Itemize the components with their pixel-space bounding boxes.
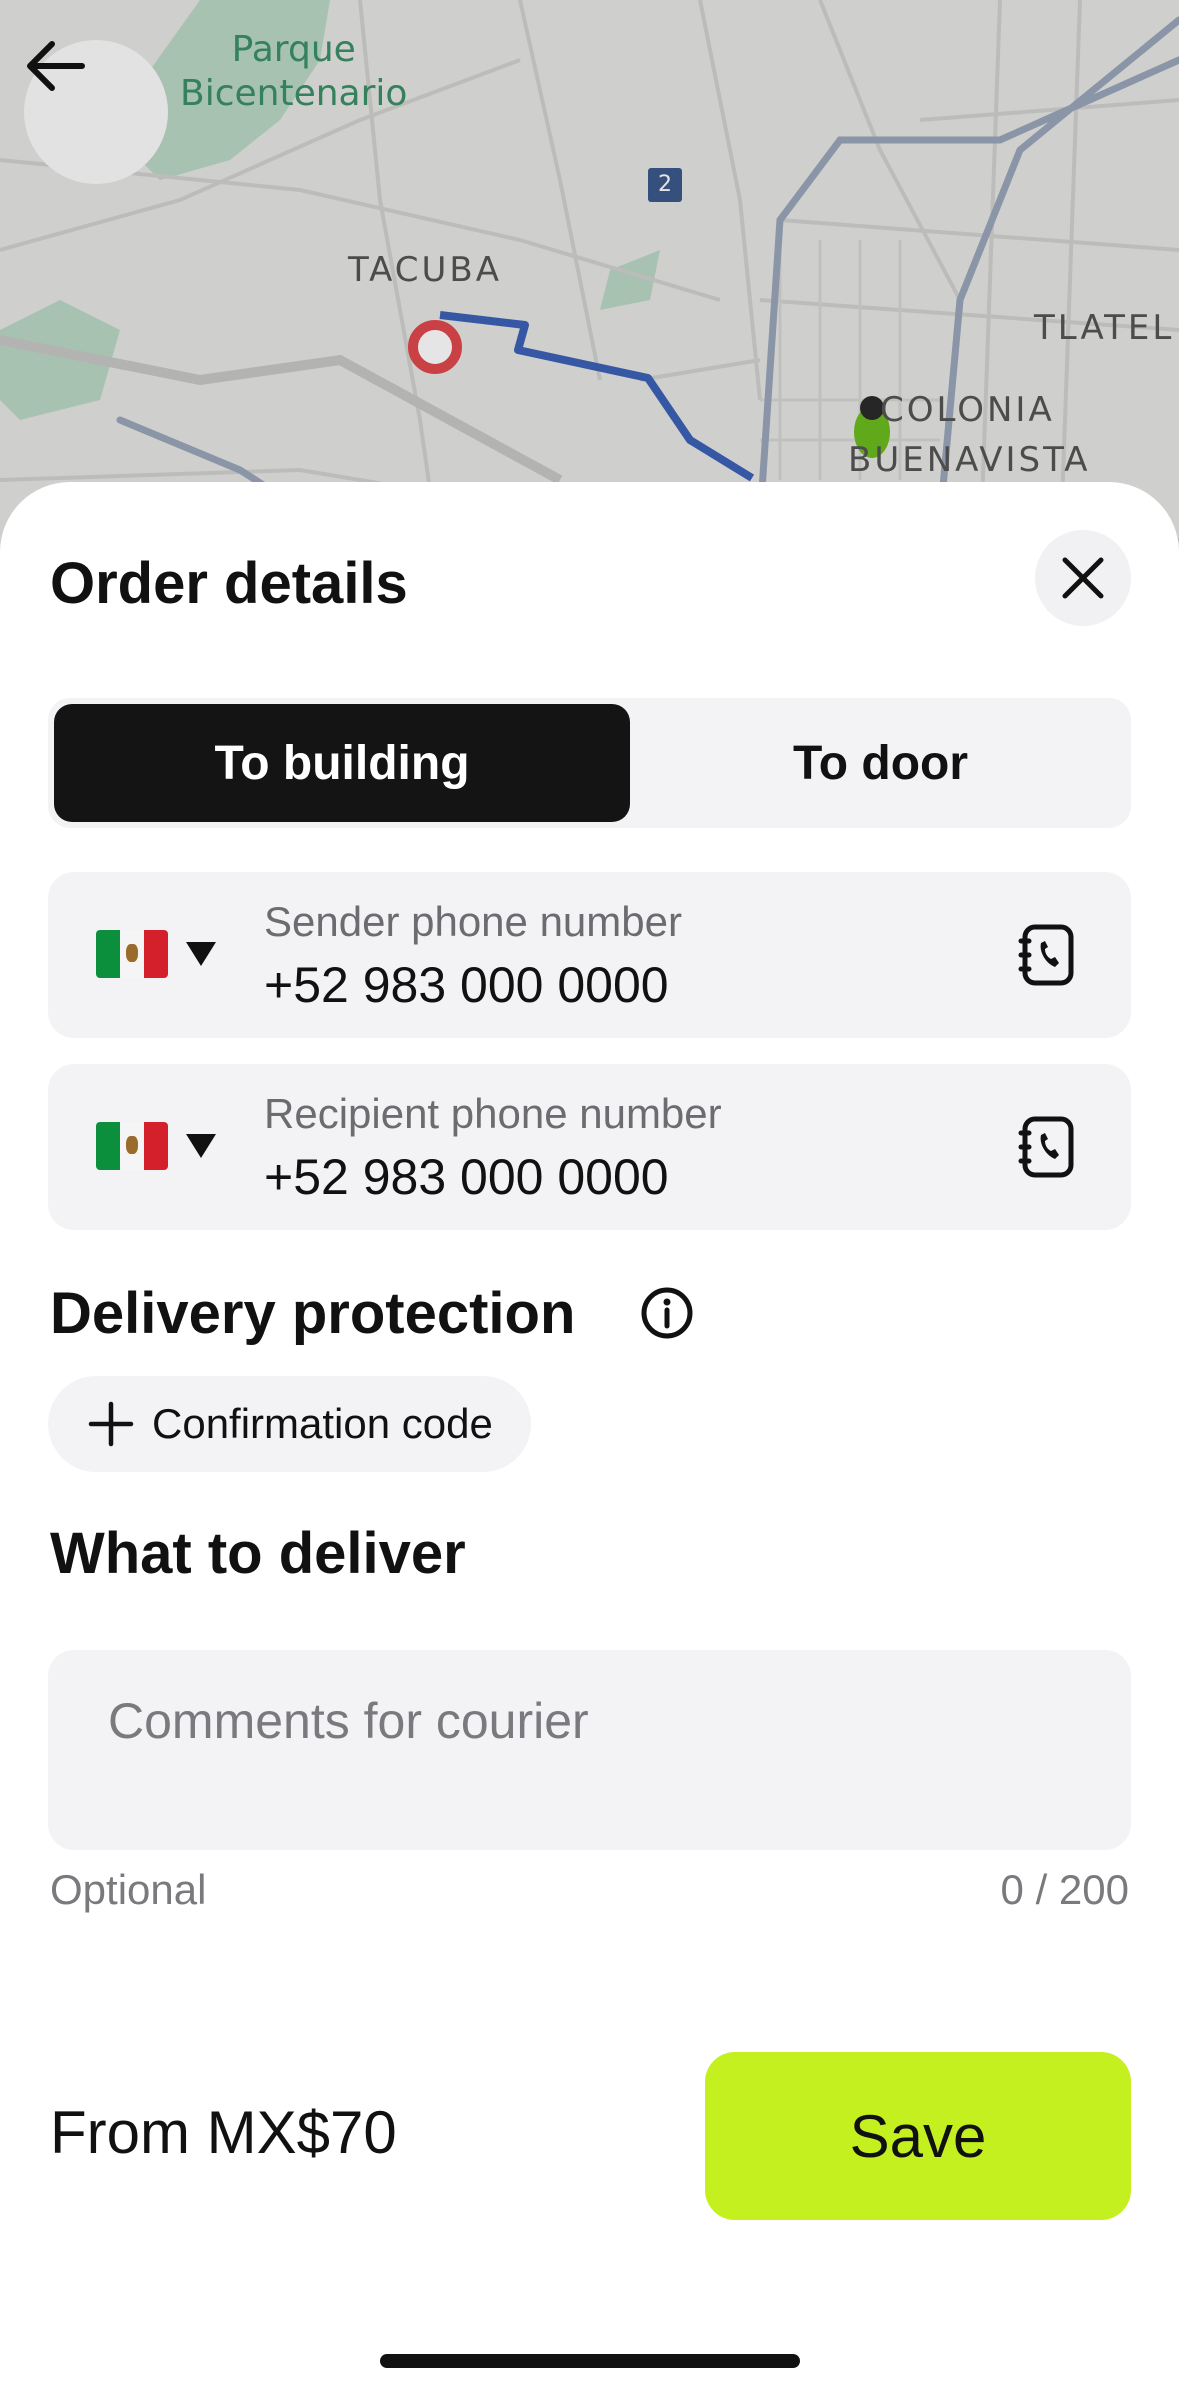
what-to-deliver-title: What to deliver [50,1521,466,1586]
chevron-down-icon[interactable] [186,942,216,966]
order-details-sheet: Order details To building To door Sender… [0,482,1179,2396]
delivery-type-segmented-control: To building To door [48,698,1131,828]
recipient-phone-field[interactable]: Recipient phone number +52 983 000 0000 [48,1064,1131,1230]
mexico-flag-icon[interactable] [96,1122,168,1170]
confirmation-code-chip[interactable]: Confirmation code [48,1376,531,1472]
sheet-title: Order details [50,551,408,616]
close-button[interactable] [1035,530,1131,626]
price-label: From MX$70 [50,2099,397,2166]
contacts-book-icon[interactable] [1014,1114,1080,1180]
map-view[interactable]: Parque Bicentenario 2 TACUBA TLATEL COLO… [0,0,1179,560]
character-counter: 0 / 200 [1000,1866,1129,1913]
optional-hint: Optional [50,1866,207,1913]
recipient-phone-label: Recipient phone number [264,1090,722,1137]
info-icon[interactable] [640,1286,694,1340]
recipient-phone-value[interactable]: +52 983 000 0000 [264,1148,669,1206]
segment-to-building[interactable]: To building [54,704,630,822]
delivery-protection-title: Delivery protection [50,1281,576,1346]
contacts-book-icon[interactable] [1014,922,1080,988]
comments-placeholder: Comments for courier [108,1693,589,1749]
mexico-flag-icon[interactable] [96,930,168,978]
save-button[interactable]: Save [705,2052,1131,2220]
confirmation-code-label: Confirmation code [152,1400,493,1447]
arrow-left-icon [27,41,85,91]
district-label-colonia: COLONIA [880,390,1055,430]
plus-icon [88,1401,134,1447]
segment-to-door[interactable]: To door [636,704,1125,822]
sender-phone-field[interactable]: Sender phone number +52 983 000 0000 [48,872,1131,1038]
home-indicator[interactable] [380,2354,800,2368]
back-button[interactable] [24,40,168,184]
close-icon [1062,557,1104,599]
comments-input[interactable]: Comments for courier [48,1650,1131,1850]
sender-phone-value[interactable]: +52 983 000 0000 [264,956,669,1014]
district-label-buenavista: BUENAVISTA [848,440,1091,480]
district-label-tacuba: TACUBA [348,250,502,290]
sender-phone-label: Sender phone number [264,898,682,945]
road-number-badge: 2 [648,168,682,202]
park-label: Parque Bicentenario [180,29,408,114]
chevron-down-icon[interactable] [186,1134,216,1158]
district-label-tlatelolco: TLATEL [1034,308,1175,348]
